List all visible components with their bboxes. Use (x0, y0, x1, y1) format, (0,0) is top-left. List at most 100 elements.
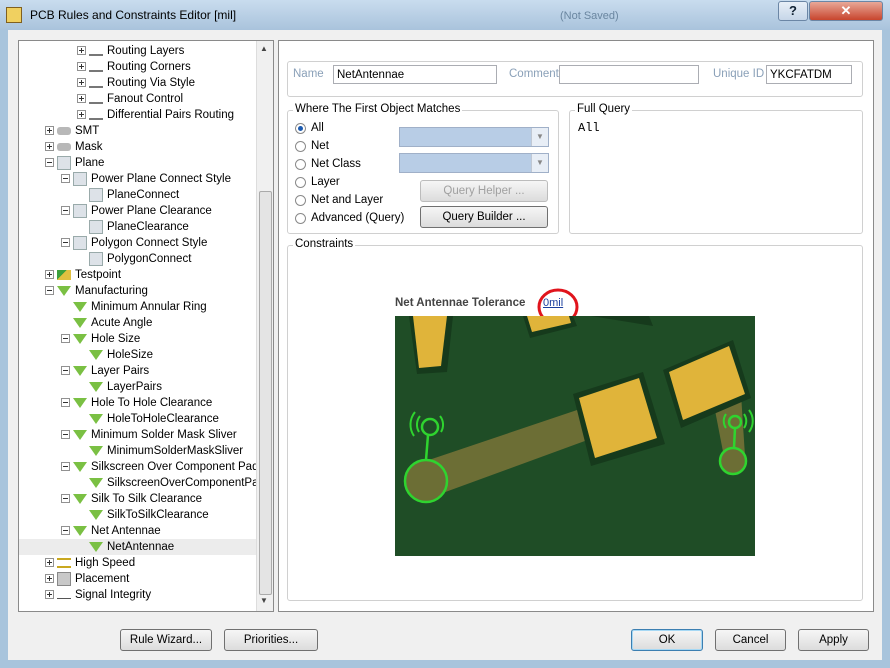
tree-item[interactable]: HoleToHoleClearance (19, 411, 257, 427)
tree-item[interactable]: SilkToSilkClearance (19, 507, 257, 523)
tree-item[interactable]: NetAntennae (19, 539, 257, 555)
tree-item[interactable]: Power Plane Clearance (19, 203, 257, 219)
expand-plus-icon[interactable] (45, 270, 54, 279)
match-radio-label[interactable]: All (311, 122, 324, 134)
tri-rule-icon (73, 334, 87, 344)
tree-item[interactable]: SMT (19, 123, 257, 139)
full-query-text[interactable]: All (578, 121, 600, 135)
tree-item[interactable]: Acute Angle (19, 315, 257, 331)
close-button[interactable]: ✕ (809, 1, 883, 21)
match-radio-label[interactable]: Net Class (311, 158, 361, 170)
collapse-minus-icon[interactable] (61, 206, 70, 215)
tree-item[interactable]: Signal Integrity (19, 587, 257, 603)
tree-item[interactable]: High Speed (19, 555, 257, 571)
collapse-minus-icon[interactable] (45, 158, 54, 167)
priorities-button[interactable]: Priorities... (224, 629, 318, 651)
collapse-minus-icon[interactable] (61, 494, 70, 503)
net-class-combo[interactable]: ▼ (399, 153, 549, 173)
tree-item[interactable]: LayerPairs (19, 379, 257, 395)
tree-item-label: Acute Angle (91, 317, 153, 329)
tree-item[interactable]: HoleSize (19, 347, 257, 363)
match-radio[interactable] (295, 141, 306, 152)
unique-id-field[interactable]: YKCFATDM (766, 65, 852, 84)
collapse-minus-icon[interactable] (61, 430, 70, 439)
place-rule-icon (57, 572, 71, 586)
expand-plus-icon[interactable] (45, 142, 54, 151)
tree-item[interactable]: Silk To Silk Clearance (19, 491, 257, 507)
tree-item[interactable]: Routing Layers (19, 43, 257, 59)
scroll-thumb[interactable] (259, 191, 272, 595)
scroll-up-icon[interactable]: ▲ (260, 44, 268, 53)
cancel-button[interactable]: Cancel (715, 629, 786, 651)
tree-item[interactable]: PlaneClearance (19, 219, 257, 235)
expand-plus-icon[interactable] (77, 62, 86, 71)
tree-item[interactable]: Routing Corners (19, 59, 257, 75)
tree-item[interactable]: Hole Size (19, 331, 257, 347)
expand-plus-icon[interactable] (77, 78, 86, 87)
tree-item[interactable]: Silkscreen Over Component Pads (19, 459, 264, 475)
query-helper-button[interactable]: Query Helper ... (420, 180, 548, 202)
match-radio[interactable] (295, 195, 306, 206)
chevron-down-icon[interactable]: ▼ (531, 128, 548, 146)
ok-button[interactable]: OK (631, 629, 703, 651)
tree-item[interactable]: Hole To Hole Clearance (19, 395, 257, 411)
tree-item[interactable]: SilkscreenOverComponentPac (19, 475, 264, 491)
collapse-minus-icon[interactable] (61, 334, 70, 343)
tree-item[interactable]: Differential Pairs Routing (19, 107, 257, 123)
net-combo[interactable]: ▼ (399, 127, 549, 147)
match-radio[interactable] (295, 123, 306, 134)
help-button[interactable]: ? (778, 1, 808, 21)
comment-field[interactable] (559, 65, 699, 84)
tree-item[interactable]: Minimum Annular Ring (19, 299, 257, 315)
tri-rule-icon (89, 414, 103, 424)
apply-button[interactable]: Apply (798, 629, 869, 651)
collapse-minus-icon[interactable] (61, 398, 70, 407)
tree-scrollbar[interactable]: ▲ ▼ (256, 41, 273, 611)
tree-item[interactable]: Mask (19, 139, 257, 155)
tree-item[interactable]: PlaneConnect (19, 187, 257, 203)
match-radio-label[interactable]: Advanced (Query) (311, 212, 404, 224)
title-bar[interactable]: PCB Rules and Constraints Editor [mil] (… (0, 0, 890, 30)
rule-wizard-button[interactable]: Rule Wizard... (120, 629, 212, 651)
collapse-minus-icon[interactable] (61, 462, 70, 471)
tree-item[interactable]: Placement (19, 571, 257, 587)
tree-item[interactable]: PolygonConnect (19, 251, 257, 267)
tree-item[interactable]: Polygon Connect Style (19, 235, 257, 251)
expand-plus-icon[interactable] (77, 110, 86, 119)
scroll-down-icon[interactable]: ▼ (260, 596, 268, 605)
expand-plus-icon[interactable] (45, 590, 54, 599)
tree-item[interactable]: MinimumSolderMaskSliver (19, 443, 257, 459)
tree-item[interactable]: Manufacturing (19, 283, 257, 299)
tree-item-label: HoleSize (107, 349, 154, 361)
tree-item[interactable]: Net Antennae (19, 523, 257, 539)
expand-plus-icon[interactable] (77, 46, 86, 55)
name-field[interactable]: NetAntennae (333, 65, 497, 84)
expand-plus-icon[interactable] (45, 558, 54, 567)
collapse-minus-icon[interactable] (45, 286, 54, 295)
tri-rule-icon (57, 286, 71, 296)
tree-item[interactable]: Plane (19, 155, 257, 171)
collapse-minus-icon[interactable] (61, 174, 70, 183)
tree-item[interactable]: Routing Via Style (19, 75, 257, 91)
tree-item[interactable]: Fanout Control (19, 91, 257, 107)
collapse-minus-icon[interactable] (61, 366, 70, 375)
tree-item[interactable]: Power Plane Connect Style (19, 171, 257, 187)
match-radio-label[interactable]: Layer (311, 176, 340, 188)
tree-item[interactable]: Testpoint (19, 267, 257, 283)
plane-rule-icon (89, 220, 103, 234)
query-builder-button[interactable]: Query Builder ... (420, 206, 548, 228)
expand-plus-icon[interactable] (77, 94, 86, 103)
collapse-minus-icon[interactable] (61, 526, 70, 535)
match-radio[interactable] (295, 177, 306, 188)
tree-item-label: PlaneConnect (107, 189, 180, 201)
match-radio-label[interactable]: Net (311, 140, 329, 152)
collapse-minus-icon[interactable] (61, 238, 70, 247)
match-radio-label[interactable]: Net and Layer (311, 194, 383, 206)
expand-plus-icon[interactable] (45, 574, 54, 583)
tree-item[interactable]: Minimum Solder Mask Sliver (19, 427, 257, 443)
chevron-down-icon[interactable]: ▼ (531, 154, 548, 172)
match-radio[interactable] (295, 159, 306, 170)
match-radio[interactable] (295, 213, 306, 224)
tree-item[interactable]: Layer Pairs (19, 363, 257, 379)
expand-plus-icon[interactable] (45, 126, 54, 135)
